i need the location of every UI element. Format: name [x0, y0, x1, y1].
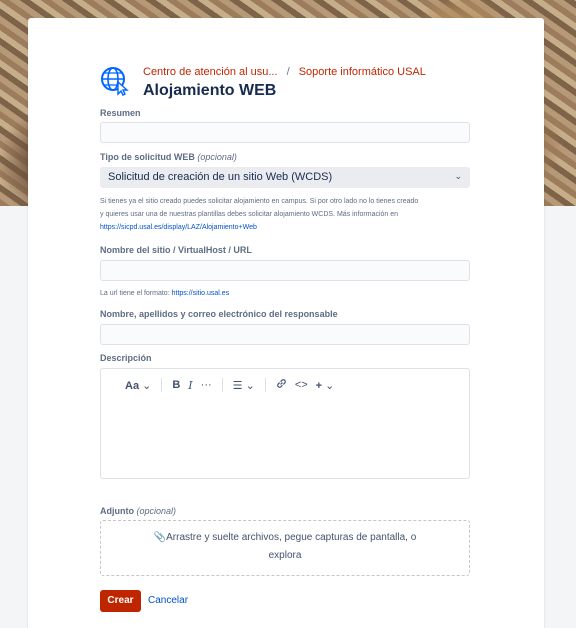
summary-label: Resumen: [100, 108, 141, 118]
toolbar-divider: [264, 378, 266, 392]
request-type-value: Solicitud de creación de un sitio Web (W…: [108, 171, 333, 183]
cancel-button[interactable]: Cancelar: [148, 595, 188, 606]
request-type-label: Tipo de solicitud WEB (opcional): [100, 152, 237, 162]
description-label: Descripción: [100, 353, 152, 363]
page-title: Alojamiento WEB: [143, 82, 277, 99]
link-icon: [277, 379, 286, 388]
link-button[interactable]: [272, 378, 291, 392]
request-type-select[interactable]: Solicitud de creación de un sitio Web (W…: [100, 167, 470, 188]
summary-input[interactable]: [100, 122, 470, 143]
insert-button[interactable]: + ⌄: [312, 379, 339, 392]
toolbar-divider: [221, 378, 223, 392]
create-button[interactable]: Crear: [100, 590, 141, 612]
italic-button[interactable]: I: [184, 379, 196, 392]
description-editor[interactable]: Aa ⌄ B I ··· ☰ ⌄ <> + ⌄: [100, 368, 470, 479]
site-name-input[interactable]: [100, 260, 470, 281]
owner-input[interactable]: [100, 324, 470, 345]
url-format-link[interactable]: https://sitio.usal.es: [172, 290, 230, 297]
list-icon: ☰: [232, 379, 243, 392]
chevron-down-icon: ⌄: [454, 171, 462, 181]
more-formatting-button[interactable]: ···: [197, 379, 216, 391]
help-link[interactable]: https://sicpd.usal.es/display/LAZ/Alojam…: [100, 221, 472, 234]
list-button[interactable]: ☰ ⌄: [229, 379, 259, 392]
bold-button[interactable]: B: [168, 379, 184, 391]
paperclip-icon: 📎: [153, 532, 167, 543]
attachment-dropzone[interactable]: 📎Arrastre y suelte archivos, pegue captu…: [100, 520, 470, 576]
site-name-help: La url tiene el formato: https://sitio.u…: [100, 290, 230, 297]
breadcrumb: Centro de atención al usu... / Soporte i…: [143, 66, 426, 78]
editor-toolbar: Aa ⌄ B I ··· ☰ ⌄ <> + ⌄: [121, 378, 338, 392]
code-button[interactable]: <>: [291, 379, 312, 391]
globe-pointer-icon: [100, 66, 130, 96]
breadcrumb-service-desk[interactable]: Centro de atención al usu...: [143, 66, 278, 78]
request-type-help: Si tienes ya el sitio creado puedes soli…: [100, 195, 472, 234]
site-name-label: Nombre del sitio / VirtualHost / URL: [100, 245, 252, 255]
attachment-label: Adjunto (opcional): [100, 506, 177, 516]
breadcrumb-support[interactable]: Soporte informático USAL: [299, 66, 426, 78]
text-style-button[interactable]: Aa ⌄: [121, 379, 155, 392]
toolbar-divider: [161, 378, 163, 392]
owner-label: Nombre, apellidos y correo electrónico d…: [100, 309, 338, 319]
browse-link[interactable]: explora: [101, 547, 469, 565]
breadcrumb-separator: /: [286, 66, 290, 78]
